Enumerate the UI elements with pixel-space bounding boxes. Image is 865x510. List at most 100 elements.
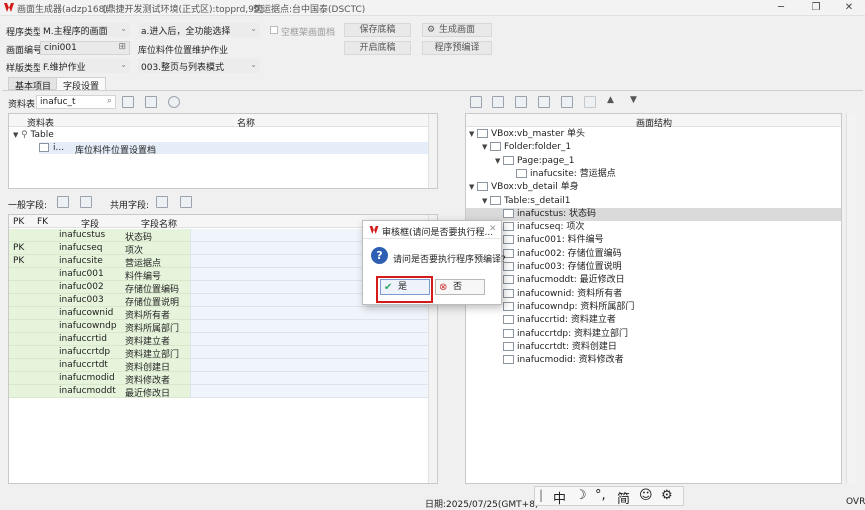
prog-type-select[interactable]: M.主程序的画面 ⌄ bbox=[40, 23, 130, 37]
structure-node[interactable]: ▼ Table:s_detail1 bbox=[466, 195, 841, 208]
structure-node[interactable]: inafuc002: 存储位置编码 bbox=[466, 248, 841, 261]
save-draft-button[interactable]: 保存底稿 bbox=[344, 23, 411, 37]
mode-select[interactable]: 003.整页与列表模式 ⌄ bbox=[138, 59, 260, 73]
row-field: inafucseq bbox=[59, 243, 103, 253]
table-row[interactable]: inafucowndp 资料所属部门 bbox=[9, 320, 435, 334]
expand-icon[interactable]: ▼ bbox=[482, 141, 490, 154]
ime-grip-icon[interactable]: | bbox=[539, 488, 543, 502]
move-up-icon[interactable]: ▲ bbox=[607, 95, 614, 105]
node-label: inafuccrtdt: 资料创建日 bbox=[517, 341, 617, 352]
moon-icon[interactable]: ☽ bbox=[575, 488, 587, 503]
row-field: inafucowndp bbox=[59, 321, 117, 331]
app-logo-icon bbox=[4, 3, 14, 12]
table-row[interactable]: inafucownid 资料所有者 bbox=[9, 307, 435, 321]
minimize-icon[interactable]: ─ bbox=[770, 1, 792, 15]
screen-no-input[interactable]: cini001 ⊞ bbox=[40, 41, 130, 55]
maximize-icon[interactable]: ❐ bbox=[805, 1, 827, 15]
tab-field-settings[interactable]: 字段设置 bbox=[56, 77, 107, 92]
structure-node[interactable]: inafucowndp: 资料所属部门 bbox=[466, 301, 841, 314]
table-row[interactable]: inafucmoddt 最近修改日 bbox=[9, 385, 435, 399]
node-label: inafucownid: 资料所有者 bbox=[517, 288, 623, 299]
shared-fields-label: 共用字段: bbox=[110, 201, 150, 211]
node-label: inafucstus: 状态码 bbox=[517, 208, 597, 219]
row-pk: PK bbox=[13, 256, 25, 266]
expand-icon[interactable]: ▼ bbox=[469, 181, 477, 194]
structure-node[interactable]: ▼ VBox:vb_master 单头 bbox=[466, 128, 841, 141]
window-title-env: [鼎捷开发测试环境(正式区):topprd,99] bbox=[103, 5, 264, 15]
copy-icon[interactable] bbox=[57, 196, 69, 208]
window-title-app: 画面生成器(adzp168) bbox=[17, 5, 108, 15]
close-icon[interactable]: ✕ bbox=[838, 1, 860, 15]
add-table-icon[interactable] bbox=[122, 96, 134, 108]
punct-icon[interactable]: °, bbox=[595, 488, 606, 503]
row-field: inafuccrtdp bbox=[59, 347, 111, 357]
tree-scrollbar[interactable] bbox=[428, 114, 437, 188]
tree-child-row[interactable]: i... 库位料件位置设置档 bbox=[39, 142, 429, 156]
chevron-down-icon: ⌄ bbox=[120, 60, 127, 69]
tag-icon[interactable] bbox=[168, 96, 180, 108]
node-icon bbox=[490, 142, 501, 152]
tree-col-table: 资料表 bbox=[27, 119, 55, 129]
structure-node[interactable]: inafucseq: 项次 bbox=[466, 221, 841, 234]
expand-icon[interactable]: ▼ bbox=[495, 155, 503, 168]
structure-node[interactable]: inafuccrtid: 资料建立者 bbox=[466, 314, 841, 327]
structure-node[interactable]: inafuccrtdt: 资料创建日 bbox=[466, 341, 841, 354]
node-icon bbox=[503, 328, 514, 338]
node-icon bbox=[516, 168, 527, 178]
copy-shared-all-icon[interactable] bbox=[180, 196, 192, 208]
table-input[interactable]: inafuc_t ⌕ bbox=[36, 95, 116, 109]
table-row[interactable]: inafucmodid 资料修改者 bbox=[9, 372, 435, 386]
tree-root[interactable]: ▼ ⚲ Table bbox=[13, 129, 54, 142]
structure-scrollbar[interactable] bbox=[846, 113, 856, 484]
struct-edit-icon[interactable] bbox=[515, 96, 527, 108]
table-row[interactable]: inafuccrtdt 资料创建日 bbox=[9, 359, 435, 373]
gen-screen-button[interactable]: ⚙ 生成画面 bbox=[422, 23, 492, 37]
chevron-down-icon: ⌄ bbox=[120, 24, 127, 33]
sample-type-select[interactable]: F.维护作业 ⌄ bbox=[40, 59, 130, 73]
struct-copy-icon[interactable] bbox=[584, 96, 596, 108]
tree-col-name: 名称 bbox=[237, 119, 256, 129]
gear-icon[interactable]: ⚙ bbox=[661, 488, 673, 503]
dialog-close-icon[interactable]: ✕ bbox=[489, 224, 497, 234]
structure-node[interactable]: ▼ VBox:vb_detail 单身 bbox=[466, 181, 841, 194]
node-icon bbox=[490, 195, 501, 205]
yes-button-highlight bbox=[376, 276, 433, 303]
ime-lang-toggle[interactable]: 中 bbox=[553, 488, 566, 507]
copy-all-icon[interactable] bbox=[80, 196, 92, 208]
move-down-icon[interactable]: ▼ bbox=[630, 95, 637, 105]
expand-icon[interactable]: ▼ bbox=[469, 128, 477, 141]
expand-icon[interactable]: ▼ bbox=[482, 195, 490, 208]
table-row[interactable]: inafuccrtid 资料建立者 bbox=[9, 333, 435, 347]
precompile-button[interactable]: 程序预编译 bbox=[422, 41, 492, 55]
structure-node[interactable]: inafuc001: 料件编号 bbox=[466, 234, 841, 247]
empty-frame-checkbox[interactable] bbox=[270, 26, 278, 34]
structure-node[interactable]: inafucmoddt: 最近修改日 bbox=[466, 274, 841, 287]
struct-add-icon[interactable] bbox=[470, 96, 482, 108]
no-button[interactable]: ⊗ 否 bbox=[435, 279, 485, 295]
structure-node[interactable]: inafucsite: 营运据点 bbox=[466, 168, 841, 181]
node-icon bbox=[503, 222, 514, 232]
node-icon bbox=[477, 182, 488, 192]
struct-insert-icon[interactable] bbox=[492, 96, 504, 108]
structure-node[interactable]: inafucownid: 资料所有者 bbox=[466, 288, 841, 301]
tab-basic[interactable]: 基本项目 bbox=[8, 77, 59, 92]
struct-props-icon[interactable] bbox=[561, 96, 573, 108]
struct-delete-icon[interactable] bbox=[538, 96, 550, 108]
edit-table-icon[interactable] bbox=[145, 96, 157, 108]
structure-node[interactable]: inafucmodid: 资料修改者 bbox=[466, 354, 841, 367]
row-field: inafucmoddt bbox=[59, 386, 116, 396]
structure-node[interactable]: ▼ Folder:folder_1 bbox=[466, 141, 841, 154]
emoji-icon[interactable]: ☺ bbox=[639, 488, 653, 503]
entry-mode-select[interactable]: a.进入后，全功能选择 ⌄ bbox=[138, 23, 260, 37]
node-icon bbox=[503, 288, 514, 298]
structure-node[interactable]: ▼ Page:page_1 bbox=[466, 155, 841, 168]
structure-node[interactable]: inafuccrtdp: 资料建立部门 bbox=[466, 328, 841, 341]
table-row[interactable]: inafuccrtdp 资料建立部门 bbox=[9, 346, 435, 360]
structure-node[interactable]: inafuc003: 存储位置说明 bbox=[466, 261, 841, 274]
ime-simplified-toggle[interactable]: 简 bbox=[617, 488, 630, 507]
row-field-name: 最近修改日 bbox=[125, 389, 171, 399]
open-draft-button[interactable]: 开启底稿 bbox=[344, 41, 411, 55]
node-icon bbox=[503, 235, 514, 245]
copy-shared-icon[interactable] bbox=[156, 196, 168, 208]
structure-node[interactable]: inafucstus: 状态码 bbox=[466, 207, 841, 221]
